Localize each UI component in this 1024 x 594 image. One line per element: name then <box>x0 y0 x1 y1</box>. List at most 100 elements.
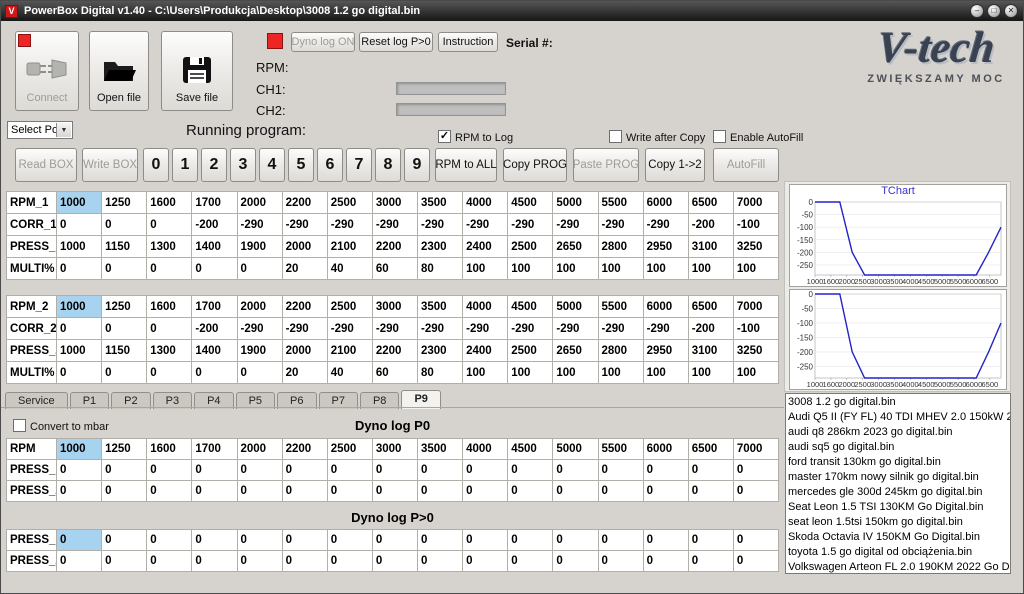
grid-cell[interactable]: 80 <box>418 362 463 384</box>
grid-cell[interactable]: -290 <box>508 318 553 340</box>
grid-cell[interactable]: 0 <box>237 362 282 384</box>
grid-cell[interactable]: -100 <box>733 214 778 236</box>
grid-cell[interactable]: 100 <box>643 258 688 280</box>
grid-cell[interactable]: 2200 <box>282 192 327 214</box>
grid-cell[interactable]: 5500 <box>598 439 643 460</box>
grid-cell[interactable]: -290 <box>553 214 598 236</box>
grid-cell[interactable]: 0 <box>372 530 417 551</box>
grid-cell[interactable]: 6000 <box>643 296 688 318</box>
grid-cell[interactable]: 0 <box>192 362 237 384</box>
grid-cell[interactable]: 0 <box>192 481 237 502</box>
file-list-item[interactable]: audi sq5 go digital.bin <box>788 440 1010 455</box>
grid-cell[interactable]: 100 <box>598 258 643 280</box>
file-list-item[interactable]: 3008 1.2 go digital.bin <box>788 395 1010 410</box>
grid-cell[interactable]: 0 <box>463 460 508 481</box>
grid-cell[interactable]: 0 <box>372 460 417 481</box>
grid-cell[interactable]: 0 <box>327 530 372 551</box>
grid-cell[interactable]: 1400 <box>192 236 237 258</box>
minimize-button[interactable]: – <box>970 4 984 18</box>
grid-cell[interactable]: 2500 <box>327 296 372 318</box>
grid-cell[interactable]: 100 <box>598 362 643 384</box>
grid-cell[interactable]: -100 <box>733 318 778 340</box>
grid-cell[interactable]: 2650 <box>553 236 598 258</box>
grid-cell[interactable]: 6000 <box>643 439 688 460</box>
digit-button-9[interactable]: 9 <box>404 148 430 182</box>
grid-cell[interactable]: 0 <box>237 258 282 280</box>
grid-cell[interactable]: 100 <box>463 362 508 384</box>
grid-cell[interactable]: 0 <box>57 551 102 572</box>
grid-cell[interactable]: 2800 <box>598 236 643 258</box>
grid-cell[interactable]: 0 <box>643 481 688 502</box>
grid-cell[interactable]: 0 <box>102 481 147 502</box>
file-list-item[interactable]: Volkswagen Arteon FL 2.0 190KM 2022 Go D… <box>788 560 1010 574</box>
grid-cell[interactable]: 2800 <box>598 340 643 362</box>
grid-cell[interactable]: 0 <box>733 551 778 572</box>
read-box-button[interactable]: Read BOX <box>15 148 77 182</box>
grid-cell[interactable]: 1000 <box>57 439 102 460</box>
digit-button-1[interactable]: 1 <box>172 148 198 182</box>
file-list-item[interactable]: Audi Q5 II (FY FL) 40 TDI MHEV 2.0 150kW… <box>788 410 1010 425</box>
grid-cell[interactable]: 3500 <box>418 296 463 318</box>
grid-cell[interactable]: 0 <box>237 530 282 551</box>
grid-cell[interactable]: 0 <box>733 481 778 502</box>
grid-cell[interactable]: 0 <box>237 551 282 572</box>
grid-cell[interactable]: 2000 <box>237 192 282 214</box>
dyno-log-on-button[interactable]: Dyno log ON <box>291 32 355 52</box>
grid-cell[interactable]: 0 <box>327 460 372 481</box>
grid-cell[interactable]: 0 <box>147 258 192 280</box>
digit-button-8[interactable]: 8 <box>375 148 401 182</box>
grid-cell[interactable]: 0 <box>508 551 553 572</box>
save-file-button[interactable]: Save file <box>161 31 233 111</box>
grid-cell[interactable]: 5500 <box>598 192 643 214</box>
maximize-button[interactable]: □ <box>987 4 1001 18</box>
grid-cell[interactable]: 0 <box>688 460 733 481</box>
file-list-item[interactable]: toyota 1.5 go digital od obciążenia.bin <box>788 545 1010 560</box>
grid-cell[interactable]: -290 <box>418 214 463 236</box>
enable-autofill-checkbox[interactable] <box>713 130 726 143</box>
chevron-down-icon[interactable]: ▼ <box>56 123 71 137</box>
digit-button-3[interactable]: 3 <box>230 148 256 182</box>
grid-cell[interactable]: 0 <box>553 481 598 502</box>
grid-cell[interactable]: 6000 <box>643 192 688 214</box>
grid-cell[interactable]: 0 <box>282 481 327 502</box>
grid-cell[interactable]: 0 <box>372 551 417 572</box>
grid-cell[interactable]: 3000 <box>372 192 417 214</box>
grid-cell[interactable]: 0 <box>57 362 102 384</box>
grid-cell[interactable]: 6500 <box>688 296 733 318</box>
grid-cell[interactable]: 2000 <box>237 439 282 460</box>
grid-cell[interactable]: 0 <box>57 258 102 280</box>
grid-cell[interactable]: 2000 <box>237 296 282 318</box>
grid-cell[interactable]: 3100 <box>688 236 733 258</box>
grid-cell[interactable]: 0 <box>57 530 102 551</box>
grid-cell[interactable]: -290 <box>372 318 417 340</box>
grid-cell[interactable]: 2100 <box>327 340 372 362</box>
grid-cell[interactable]: 7000 <box>733 192 778 214</box>
grid-cell[interactable]: 0 <box>418 481 463 502</box>
grid-cell[interactable]: 3500 <box>418 192 463 214</box>
digit-button-2[interactable]: 2 <box>201 148 227 182</box>
grid-cell[interactable]: 4500 <box>508 439 553 460</box>
rpm-to-all-button[interactable]: RPM to ALL <box>435 148 497 182</box>
grid-cell[interactable]: 6500 <box>688 439 733 460</box>
grid-cell[interactable]: -290 <box>237 214 282 236</box>
grid-cell[interactable]: 1000 <box>57 192 102 214</box>
file-list-item[interactable]: mercedes gle 300d 245km go digital.bin <box>788 485 1010 500</box>
grid-cell[interactable]: 2000 <box>282 340 327 362</box>
grid-cell[interactable]: 5000 <box>553 192 598 214</box>
grid-cell[interactable]: -200 <box>688 318 733 340</box>
file-list-item[interactable]: Skoda Octavia IV 150KM Go Digital.bin <box>788 530 1010 545</box>
grid-cell[interactable]: 2100 <box>327 236 372 258</box>
file-list-item[interactable]: master 170km nowy silnik go digital.bin <box>788 470 1010 485</box>
grid-cell[interactable]: 0 <box>508 530 553 551</box>
grid-cell[interactable]: 0 <box>598 530 643 551</box>
grid-cell[interactable]: 80 <box>418 258 463 280</box>
reset-log-button[interactable]: Reset log P>0 <box>359 32 433 52</box>
grid-cell[interactable]: 0 <box>688 481 733 502</box>
grid-cell[interactable]: 0 <box>282 530 327 551</box>
grid-cell[interactable]: 100 <box>643 362 688 384</box>
grid-cell[interactable]: 7000 <box>733 439 778 460</box>
grid-cell[interactable]: 0 <box>598 460 643 481</box>
digit-button-4[interactable]: 4 <box>259 148 285 182</box>
grid-cell[interactable]: 1700 <box>192 296 237 318</box>
grid-cell[interactable]: 2400 <box>463 340 508 362</box>
